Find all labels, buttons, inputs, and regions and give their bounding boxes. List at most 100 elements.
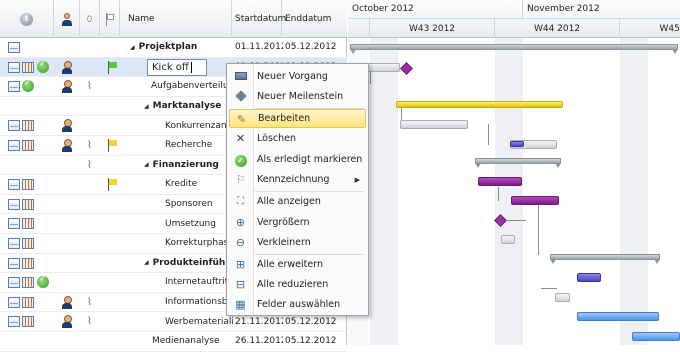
menu-item-zoom-in[interactable]: ⊕ Vergrößern <box>229 213 366 232</box>
month-label: October 2012 <box>348 0 523 19</box>
collapse-all-icon: ⊟ <box>235 278 246 291</box>
menu-item-mark-done[interactable]: ✓ Als erledigt markieren <box>229 150 366 169</box>
resource-grid-icon <box>22 296 34 308</box>
flag-yellow-icon <box>106 139 118 152</box>
person-icon <box>61 295 73 309</box>
task-type-icon <box>8 198 20 210</box>
paperclip-icon: ⌇ <box>87 316 92 328</box>
gantt-task-bar[interactable] <box>400 120 468 129</box>
gantt-milestone[interactable] <box>400 62 413 75</box>
pencil-icon: ✎ <box>236 113 247 126</box>
person-icon <box>61 80 73 94</box>
column-header-flag[interactable] <box>100 0 120 38</box>
task-type-icon <box>8 81 20 93</box>
flag-icon <box>105 12 115 26</box>
paperclip-icon: ⌇ <box>87 296 92 308</box>
done-check-icon <box>37 59 49 73</box>
resource-grid-icon <box>22 238 34 249</box>
column-header-name[interactable]: Name <box>120 0 232 38</box>
gantt-task-bar[interactable] <box>555 293 570 302</box>
collapse-triangle-icon[interactable]: ◢ <box>130 44 135 51</box>
grid-header: i 𝟶 Name Startdatum Enddatum <box>0 0 347 38</box>
task-type-icon <box>8 218 20 230</box>
menu-item-delete[interactable]: ✕ Löschen <box>229 129 366 148</box>
task-type-icon <box>8 179 20 191</box>
resource-grid-icon <box>22 277 34 289</box>
select-fields-icon: ▦ <box>235 298 246 311</box>
menu-item-zoom-out[interactable]: ⊖ Verkleinern <box>229 233 366 252</box>
flag-yellow-icon <box>106 178 118 192</box>
gantt-task-bar[interactable] <box>632 332 680 341</box>
collapse-triangle-icon[interactable]: ◢ <box>144 103 149 110</box>
column-header-attachment[interactable]: 𝟶 <box>80 0 100 38</box>
gantt-task-bar[interactable] <box>577 273 601 282</box>
menu-item-flag[interactable]: ⚐ Kennzeichnung ▶ <box>229 170 366 189</box>
column-header-end[interactable]: Enddatum <box>282 0 347 38</box>
paperclip-icon: ⌇ <box>87 81 92 93</box>
collapse-triangle-icon[interactable]: ◢ <box>144 259 149 266</box>
task-name: ◢ Projektplan <box>130 42 198 53</box>
resource-grid-icon <box>22 120 34 132</box>
menu-item-expand-all[interactable]: ⊞ Alle erweitern <box>229 255 366 274</box>
task-type-icon <box>8 296 20 308</box>
menu-item-new-task[interactable]: Neuer Vorgang <box>229 67 366 86</box>
column-header-info[interactable]: i <box>0 0 54 38</box>
task-name-edit-input[interactable]: Kick off <box>147 59 207 76</box>
gantt-task-bar[interactable] <box>478 177 522 186</box>
dependency-link <box>538 205 539 255</box>
weekend-shade <box>620 38 648 345</box>
menu-item-new-milestone[interactable]: Neuer Meilenstein <box>229 87 366 106</box>
dependency-link <box>401 108 402 120</box>
gantt-summary-bar[interactable] <box>475 158 561 168</box>
week-label: W45 2012 <box>659 23 680 34</box>
menu-item-collapse-all[interactable]: ⊟ Alle reduzieren <box>229 275 366 294</box>
paperclip-icon: 𝟶 <box>86 13 93 25</box>
task-type-icon <box>8 120 20 132</box>
gantt-task-bar[interactable] <box>511 196 559 205</box>
task-name: Medienanalyse <box>152 336 220 347</box>
submenu-arrow-icon: ▶ <box>354 175 360 184</box>
milestone-icon <box>234 90 247 103</box>
menu-item-edit[interactable]: ✎ Bearbeiten <box>229 109 366 128</box>
gantt-task-bar[interactable] <box>501 235 515 244</box>
resource-grid-icon <box>22 198 34 210</box>
task-type-icon <box>8 140 20 151</box>
zoom-in-icon: ⊕ <box>235 216 246 229</box>
info-icon: i <box>20 12 33 26</box>
dependency-link <box>488 124 489 145</box>
week-label: W44 2012 <box>495 19 620 38</box>
task-type-icon <box>8 257 20 269</box>
task-end: 05.12.2012 <box>285 336 337 347</box>
task-type-icon <box>8 277 20 289</box>
collapse-triangle-icon[interactable]: ◢ <box>144 161 149 168</box>
table-row[interactable]: Medienanalyse 26.11.2012 05.12.2012 <box>0 332 347 352</box>
expand-all-icon: ⊞ <box>235 258 246 271</box>
dependency-link <box>498 187 499 201</box>
show-all-icon: ⛶ <box>237 196 244 207</box>
week-label: W43 2012 <box>370 19 495 38</box>
menu-item-select-fields[interactable]: ▦ Felder auswählen <box>229 295 366 314</box>
month-label: November 2012 <box>523 0 680 19</box>
flag-green-icon <box>106 60 118 74</box>
table-row[interactable]: ◢ Projektplan 01.11.2012 05.12.2012 <box>0 38 347 58</box>
column-header-start[interactable]: Startdatum <box>232 0 286 38</box>
person-icon <box>61 315 73 329</box>
task-end: 05.12.2012 <box>285 42 337 53</box>
person-icon <box>61 12 73 26</box>
gantt-chart[interactable]: October 2012 November 2012 W43 2012 W44 … <box>348 0 680 345</box>
gantt-summary-bar[interactable] <box>550 254 660 264</box>
dependency-link <box>541 288 557 289</box>
column-header-resource[interactable] <box>54 0 80 38</box>
dependency-link <box>506 220 526 221</box>
check-icon: ✓ <box>234 153 247 167</box>
gantt-task-bar-highlighted[interactable] <box>396 101 563 108</box>
context-menu: Neuer Vorgang Neuer Meilenstein ✎ Bearbe… <box>226 63 369 316</box>
gantt-task-bar[interactable] <box>577 312 659 321</box>
paperclip-icon: ⌇ <box>87 159 92 171</box>
gantt-summary-bar[interactable] <box>350 44 678 54</box>
menu-item-show-all[interactable]: ⛶ Alle anzeigen <box>229 192 366 211</box>
task-type-icon <box>8 61 20 73</box>
gantt-progress-bar <box>510 141 524 147</box>
task-start: 01.11.2012 <box>235 42 283 53</box>
week-label-partial <box>348 19 370 38</box>
